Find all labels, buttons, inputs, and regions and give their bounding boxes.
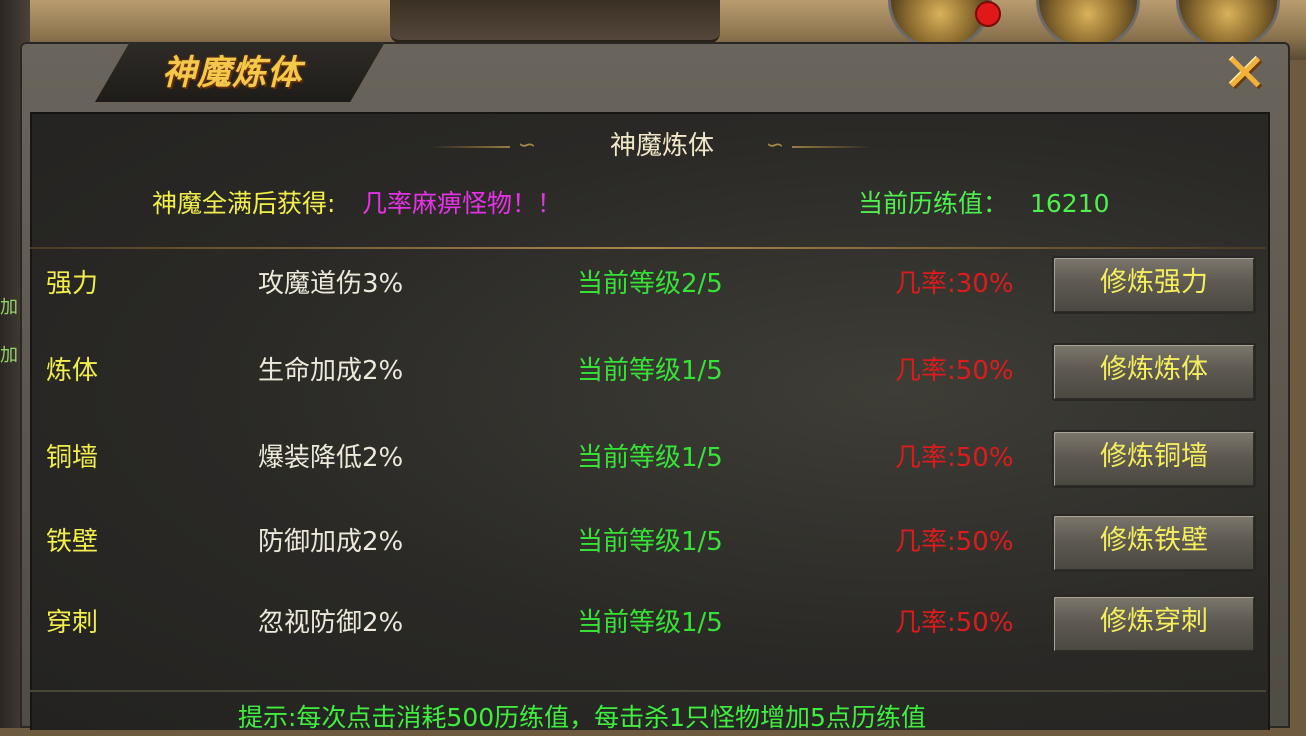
header-decoration-line	[792, 146, 872, 148]
skill-level: 当前等级2/5	[577, 269, 723, 299]
skill-name: 炼体	[46, 356, 99, 386]
swirl-ornament-icon: ∽	[765, 133, 785, 158]
skill-name: 强力	[46, 269, 99, 299]
notification-dot	[975, 1, 1001, 27]
train-button-qiangli[interactable]: 修炼强力	[1052, 256, 1256, 314]
skill-effect: 忽视防御2%	[258, 608, 404, 638]
close-icon: ✕	[1223, 44, 1267, 104]
skill-name: 铁壁	[46, 527, 99, 557]
skill-level: 当前等级1/5	[577, 608, 723, 638]
divider	[30, 690, 1266, 692]
skill-effect: 爆装降低2%	[258, 443, 404, 473]
skill-chance: 几率:50%	[895, 608, 1014, 638]
skill-chance: 几率:30%	[895, 269, 1014, 299]
skill-effect: 防御加成2%	[258, 527, 404, 557]
skill-row-chuanci: 穿刺 忽视防御2% 当前等级1/5 几率:50% 修炼穿刺	[0, 595, 1306, 653]
skill-name: 铜墙	[46, 443, 99, 473]
skill-chance: 几率:50%	[895, 527, 1014, 557]
skill-level: 当前等级1/5	[577, 443, 723, 473]
skill-effect: 生命加成2%	[258, 356, 404, 386]
close-button[interactable]: ✕	[1210, 46, 1280, 102]
skill-row-qiangli: 强力 攻魔道伤3% 当前等级2/5 几率:30% 修炼强力	[0, 256, 1306, 314]
train-button-tiebi[interactable]: 修炼铁壁	[1052, 514, 1256, 572]
experience-value: 16210	[1030, 189, 1110, 218]
skill-row-lianti: 炼体 生命加成2% 当前等级1/5 几率:50% 修炼炼体	[0, 343, 1306, 401]
train-button-chuanci[interactable]: 修炼穿刺	[1052, 595, 1256, 653]
skill-name: 穿刺	[46, 608, 99, 638]
train-button-lianti[interactable]: 修炼炼体	[1052, 343, 1256, 401]
skill-chance: 几率:50%	[895, 443, 1014, 473]
skill-level: 当前等级1/5	[577, 527, 723, 557]
skill-chance: 几率:50%	[895, 356, 1014, 386]
reward-value: 几率麻痹怪物！！	[362, 189, 563, 218]
skill-row-tongqiang: 铜墙 爆装降低2% 当前等级1/5 几率:50% 修炼铜墙	[0, 430, 1306, 488]
skill-level: 当前等级1/5	[577, 356, 723, 386]
header-decoration-line	[430, 146, 510, 148]
skill-row-tiebi: 铁壁 防御加成2% 当前等级1/5 几率:50% 修炼铁壁	[0, 514, 1306, 572]
experience-label: 当前历练值：	[858, 189, 1009, 218]
swirl-ornament-icon: ∽	[517, 133, 537, 158]
scene-chest-object	[390, 0, 720, 43]
skill-effect: 攻魔道伤3%	[258, 269, 404, 299]
tip-text: 提示:每次点击消耗500历练值，每击杀1只怪物增加5点历练值	[238, 703, 926, 732]
divider	[30, 247, 1266, 249]
reward-label: 神魔全满后获得:	[152, 189, 336, 218]
header-title: 神魔炼体	[609, 131, 714, 161]
panel-title: 神魔炼体	[162, 53, 302, 93]
train-button-tongqiang[interactable]: 修炼铜墙	[1052, 430, 1256, 488]
